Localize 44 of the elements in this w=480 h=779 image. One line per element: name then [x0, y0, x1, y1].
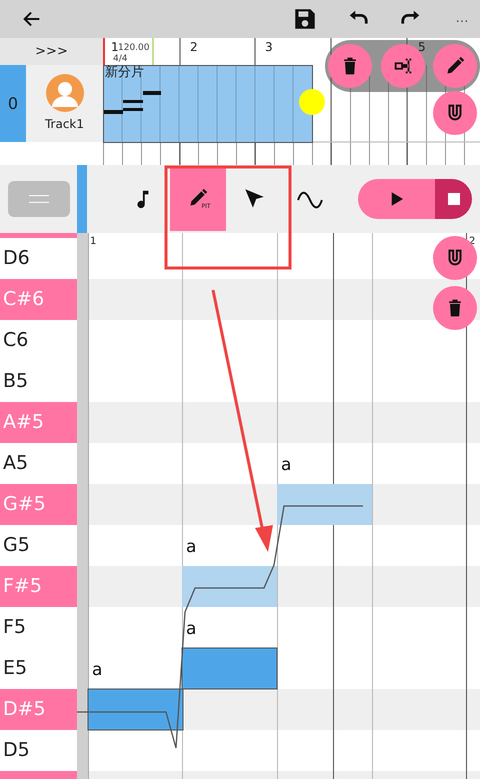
avatar-icon — [46, 74, 84, 112]
piano-key[interactable]: C6 — [0, 320, 77, 361]
note-lyric: a — [281, 455, 292, 475]
note-block[interactable] — [277, 484, 372, 525]
pen-icon — [445, 56, 465, 76]
piano-key[interactable]: D5 — [0, 730, 77, 771]
delete-clip-button[interactable] — [328, 44, 372, 88]
note-block[interactable] — [182, 648, 278, 690]
snap-button[interactable] — [433, 91, 477, 135]
play-button[interactable] — [358, 179, 435, 219]
stop-icon — [446, 191, 462, 207]
track-index: 0 — [0, 65, 26, 142]
stop-button[interactable] — [435, 179, 472, 219]
bar-number: 1 — [111, 41, 119, 53]
playhead-line — [103, 38, 105, 65]
piano-key[interactable]: B5 — [0, 361, 77, 402]
snap-button[interactable] — [433, 236, 477, 280]
bar-number: 2 — [190, 41, 198, 53]
piano-key[interactable]: D6 — [0, 238, 77, 279]
note-block[interactable] — [182, 566, 277, 607]
piano-key[interactable]: G5 — [0, 525, 77, 566]
more-menu-button[interactable]: … — [444, 9, 480, 29]
clip-edit-button[interactable] — [381, 44, 425, 88]
edit-clip-button[interactable] — [433, 44, 477, 88]
clip-resize-handle[interactable] — [299, 89, 325, 115]
expand-tracks-button[interactable]: >>> — [0, 38, 103, 65]
note-block[interactable] — [88, 688, 184, 730]
track-header[interactable]: Track1 — [26, 65, 103, 142]
piano-key[interactable]: F5 — [0, 607, 77, 648]
bar-number: 3 — [265, 41, 273, 53]
bar-number: 1 — [90, 236, 96, 247]
clip-name: 新分片 — [105, 66, 144, 79]
tempo-label: 120.00 — [118, 44, 150, 53]
clip-block[interactable] — [103, 65, 313, 143]
bar-number: 5 — [418, 41, 426, 53]
clip-notes-drawing — [104, 91, 161, 114]
piano-key[interactable]: E5 — [0, 648, 77, 689]
piano-key[interactable]: A5 — [0, 443, 77, 484]
note-lyric: a — [186, 537, 196, 557]
time-signature-label: 4/4 — [113, 55, 128, 64]
track-name: Track1 — [44, 116, 84, 133]
loop-marker-line — [152, 38, 154, 66]
note-lyric: a — [92, 660, 102, 680]
note-lyric: a — [186, 619, 196, 639]
